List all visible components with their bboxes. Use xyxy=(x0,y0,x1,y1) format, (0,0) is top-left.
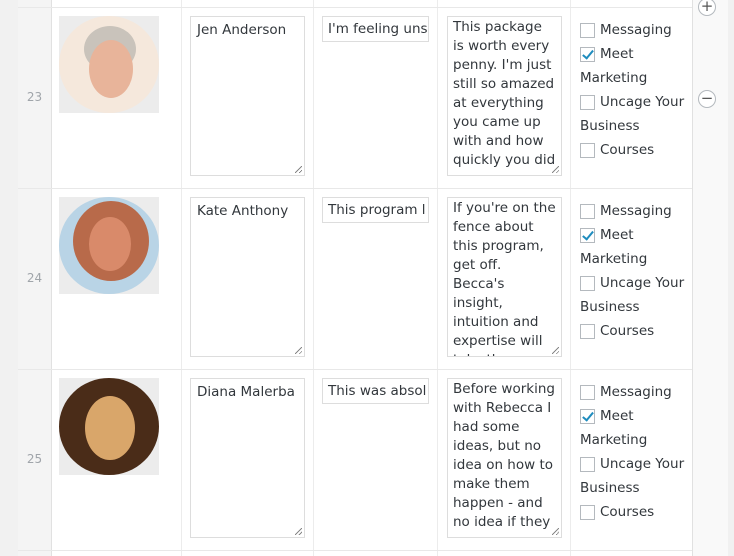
checkbox[interactable] xyxy=(580,504,595,520)
product-option-label-cont: Marketing xyxy=(580,251,648,267)
checkbox[interactable] xyxy=(580,384,595,400)
row-order-handle[interactable]: 24 xyxy=(18,271,51,285)
product-option[interactable]: Messaging xyxy=(580,199,690,223)
product-option-label-cont: Marketing xyxy=(580,432,648,448)
product-option[interactable]: Uncage Your xyxy=(580,271,690,295)
repeater-table: + 23 Jen Anderson I'm feeling uns This p… xyxy=(18,0,734,556)
checkbox[interactable] xyxy=(580,275,595,291)
product-option[interactable]: Courses xyxy=(580,138,690,162)
face-shape xyxy=(85,396,135,460)
face-shape xyxy=(89,217,131,271)
headline-field[interactable]: This program l xyxy=(322,197,429,223)
avatar-image[interactable] xyxy=(59,378,159,475)
avatar-image[interactable] xyxy=(59,16,159,113)
products-checkbox-list: Messaging Meet Marketing Uncage Your Bus… xyxy=(580,380,690,524)
avatar xyxy=(59,378,159,475)
product-option[interactable]: Uncage Your xyxy=(580,452,690,476)
resize-grip-icon[interactable] xyxy=(295,166,302,173)
resize-grip-icon[interactable] xyxy=(295,528,302,535)
product-option[interactable]: Messaging xyxy=(580,18,690,42)
product-option[interactable]: Meet xyxy=(580,223,690,247)
checkbox[interactable] xyxy=(580,323,595,339)
product-option-label-cont: Business xyxy=(580,299,640,315)
product-option-label-cont: Business xyxy=(580,480,640,496)
row-order-handle[interactable]: 25 xyxy=(18,452,51,466)
table-edge xyxy=(728,0,734,556)
product-option[interactable]: Meet xyxy=(580,42,690,66)
testimonial-text-field[interactable]: Before working with Rebecca I had some i… xyxy=(447,378,562,538)
product-option[interactable]: Meet xyxy=(580,404,690,428)
checkbox[interactable] xyxy=(580,142,595,158)
avatar-image[interactable] xyxy=(59,197,159,294)
product-option-label-cont: Marketing xyxy=(580,70,648,86)
checkbox[interactable] xyxy=(580,22,595,38)
avatar xyxy=(59,197,159,294)
product-option[interactable]: Messaging xyxy=(580,380,690,404)
resize-grip-icon[interactable] xyxy=(552,166,559,173)
product-option[interactable]: Courses xyxy=(580,500,690,524)
product-option[interactable]: Courses xyxy=(580,319,690,343)
row-order-handle[interactable]: 23 xyxy=(18,90,51,104)
remove-row-button[interactable]: − xyxy=(698,90,716,108)
resize-grip-icon[interactable] xyxy=(295,347,302,354)
checkbox[interactable] xyxy=(580,94,595,110)
table-row: 24 Kate Anthony This program l If you're… xyxy=(18,189,728,370)
checkbox[interactable] xyxy=(580,456,595,472)
checkbox[interactable] xyxy=(580,203,595,219)
checkbox-checked[interactable] xyxy=(580,227,595,243)
minus-circle-icon: − xyxy=(700,89,714,107)
products-checkbox-list: Messaging Meet Marketing Uncage Your Bus… xyxy=(580,18,690,162)
headline-field[interactable]: I'm feeling uns xyxy=(322,16,429,42)
avatar xyxy=(59,16,159,113)
resize-grip-icon[interactable] xyxy=(552,528,559,535)
headline-field[interactable]: This was absol xyxy=(322,378,429,404)
face-shape xyxy=(89,40,133,98)
name-field[interactable]: Kate Anthony xyxy=(190,197,305,357)
product-option-label-cont: Business xyxy=(580,118,640,134)
product-option[interactable]: Uncage Your xyxy=(580,90,690,114)
table-row: 25 Diana Malerba This was absol Before w… xyxy=(18,370,728,551)
products-checkbox-list: Messaging Meet Marketing Uncage Your Bus… xyxy=(580,199,690,343)
table-row: 23 Jen Anderson I'm feeling uns This pac… xyxy=(18,8,728,189)
testimonial-text-field[interactable]: This package is worth every penny. I'm j… xyxy=(447,16,562,176)
resize-grip-icon[interactable] xyxy=(552,347,559,354)
name-field[interactable]: Jen Anderson xyxy=(190,16,305,176)
name-field[interactable]: Diana Malerba xyxy=(190,378,305,538)
testimonial-text-field[interactable]: If you're on the fence about this progra… xyxy=(447,197,562,357)
checkbox-checked[interactable] xyxy=(580,46,595,62)
checkbox-checked[interactable] xyxy=(580,408,595,424)
